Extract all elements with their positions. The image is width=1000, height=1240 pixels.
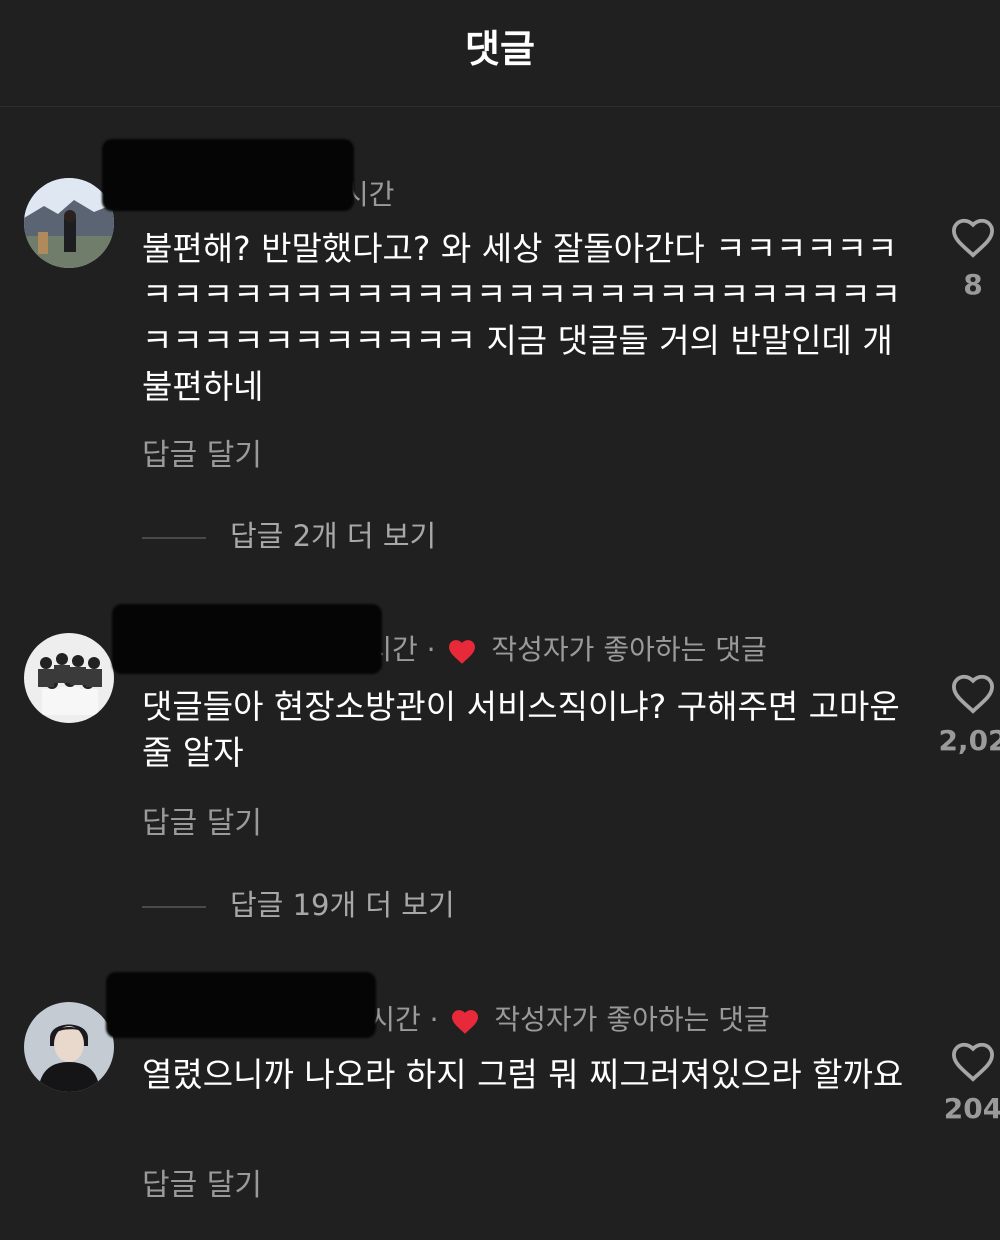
- avatar[interactable]: [24, 1002, 114, 1092]
- page-title: 댓글: [465, 27, 535, 71]
- comment-text: 불편해? 반말했다고? 와 세상 잘돌아간다 ㅋㅋㅋㅋㅋㅋㅋㅋㅋㅋㅋㅋㅋㅋㅋㅋㅋ…: [142, 229, 901, 406]
- reply-button[interactable]: 답글 달기: [142, 430, 262, 474]
- like-control[interactable]: 204: [930, 1040, 1000, 1125]
- creator-liked-label: 작성자가 좋아하는 댓글: [491, 633, 767, 666]
- username[interactable]: firesoundsby: [112, 604, 382, 674]
- divider-line: [142, 537, 206, 539]
- comment-meta: firesoundsby 15시간 · 작성자가 좋아하는 댓글: [112, 604, 767, 674]
- like-count: 2,02: [938, 724, 1000, 757]
- heart-outline-icon[interactable]: [950, 1040, 996, 1082]
- view-more-replies[interactable]: 답글 2개 더 보기: [142, 516, 436, 556]
- comment-meta: jihoss_00125 22시간 · 작성자가 좋아하는 댓글: [106, 972, 770, 1040]
- heart-filled-icon: [449, 640, 476, 664]
- avatar[interactable]: [24, 178, 114, 268]
- reply-button[interactable]: 답글 달기: [142, 1160, 262, 1204]
- like-count: 8: [963, 268, 983, 301]
- heart-outline-icon[interactable]: [950, 216, 996, 258]
- like-control[interactable]: 8: [930, 216, 1000, 301]
- like-count: 204: [943, 1092, 1000, 1125]
- divider-line: [142, 906, 206, 908]
- comment-text: 열렸으니까 나오라 하지 그럼 뭐 찌그러져있으라 할까요: [142, 1055, 904, 1094]
- redaction-overlay: [102, 139, 354, 211]
- comments-header: 댓글: [0, 0, 1000, 107]
- reply-button[interactable]: 답글 달기: [142, 798, 262, 842]
- creator-liked-label: 작성자가 좋아하는 댓글: [494, 1003, 770, 1036]
- view-more-replies[interactable]: 답글 19개 더 보기: [142, 885, 455, 925]
- redaction-overlay: [112, 604, 382, 674]
- comment-text: 댓글들아 현장소방관이 서비스직이냐? 구해주면 고마운 줄 알자: [142, 687, 900, 772]
- like-control[interactable]: 2,02: [930, 672, 1000, 757]
- heart-filled-icon: [452, 1010, 479, 1034]
- comment-meta: chanpong92 6시간: [102, 139, 394, 215]
- username[interactable]: chanpong92: [102, 139, 354, 215]
- heart-outline-icon[interactable]: [950, 672, 996, 714]
- redaction-overlay: [106, 972, 376, 1038]
- avatar[interactable]: [24, 633, 114, 723]
- username[interactable]: jihoss_00125: [106, 972, 376, 1040]
